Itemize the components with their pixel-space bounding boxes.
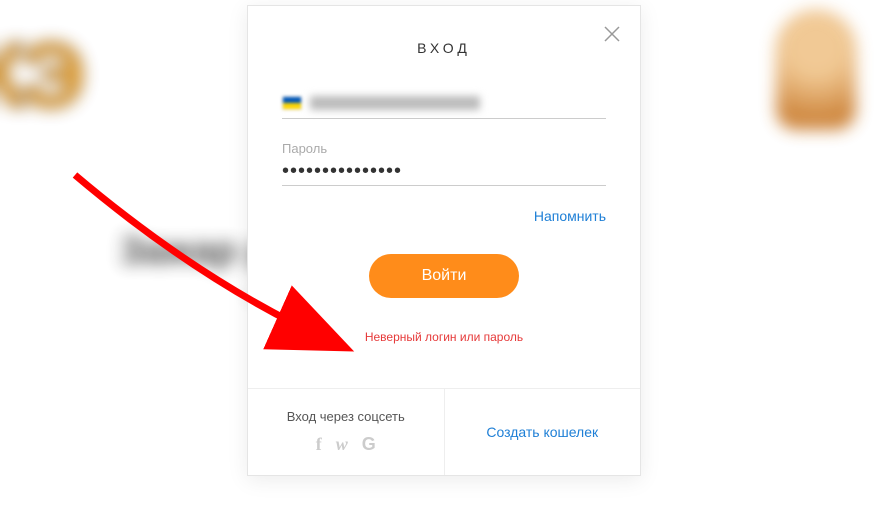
country-flag-icon [282,96,302,110]
social-login-section: Вход через соцсеть f w G [248,389,445,475]
modal-title: ВХОД [282,40,606,56]
create-wallet-section: Создать кошелек [445,389,641,475]
create-wallet-link[interactable]: Создать кошелек [486,424,598,440]
login-value-masked [310,96,480,110]
bg-character-illustration [776,10,856,130]
social-icons-row: f w G [258,434,434,455]
remind-link[interactable]: Напомнить [534,208,606,224]
login-modal: ВХОД Пароль ••••••••••••••• Напомнить Во… [247,5,641,476]
remind-link-row: Напомнить [282,208,606,226]
submit-button[interactable]: Войти [369,254,519,298]
close-icon[interactable] [602,24,622,44]
login-field-group [282,92,606,119]
modal-body: ВХОД Пароль ••••••••••••••• Напомнить Во… [248,6,640,388]
vk-icon[interactable]: w [336,434,348,455]
google-icon[interactable]: G [362,434,376,455]
facebook-icon[interactable]: f [316,434,322,455]
password-input[interactable]: ••••••••••••••• [282,160,606,186]
password-field-group: Пароль ••••••••••••••• [282,141,606,186]
bg-logo-text: КЭ [0,25,80,128]
modal-footer: Вход через соцсеть f w G Создать кошелек [248,388,640,475]
error-message: Неверный логин или пароль [282,330,606,344]
login-input[interactable] [282,92,606,119]
password-label: Пароль [282,141,606,156]
social-label: Вход через соцсеть [258,409,434,424]
